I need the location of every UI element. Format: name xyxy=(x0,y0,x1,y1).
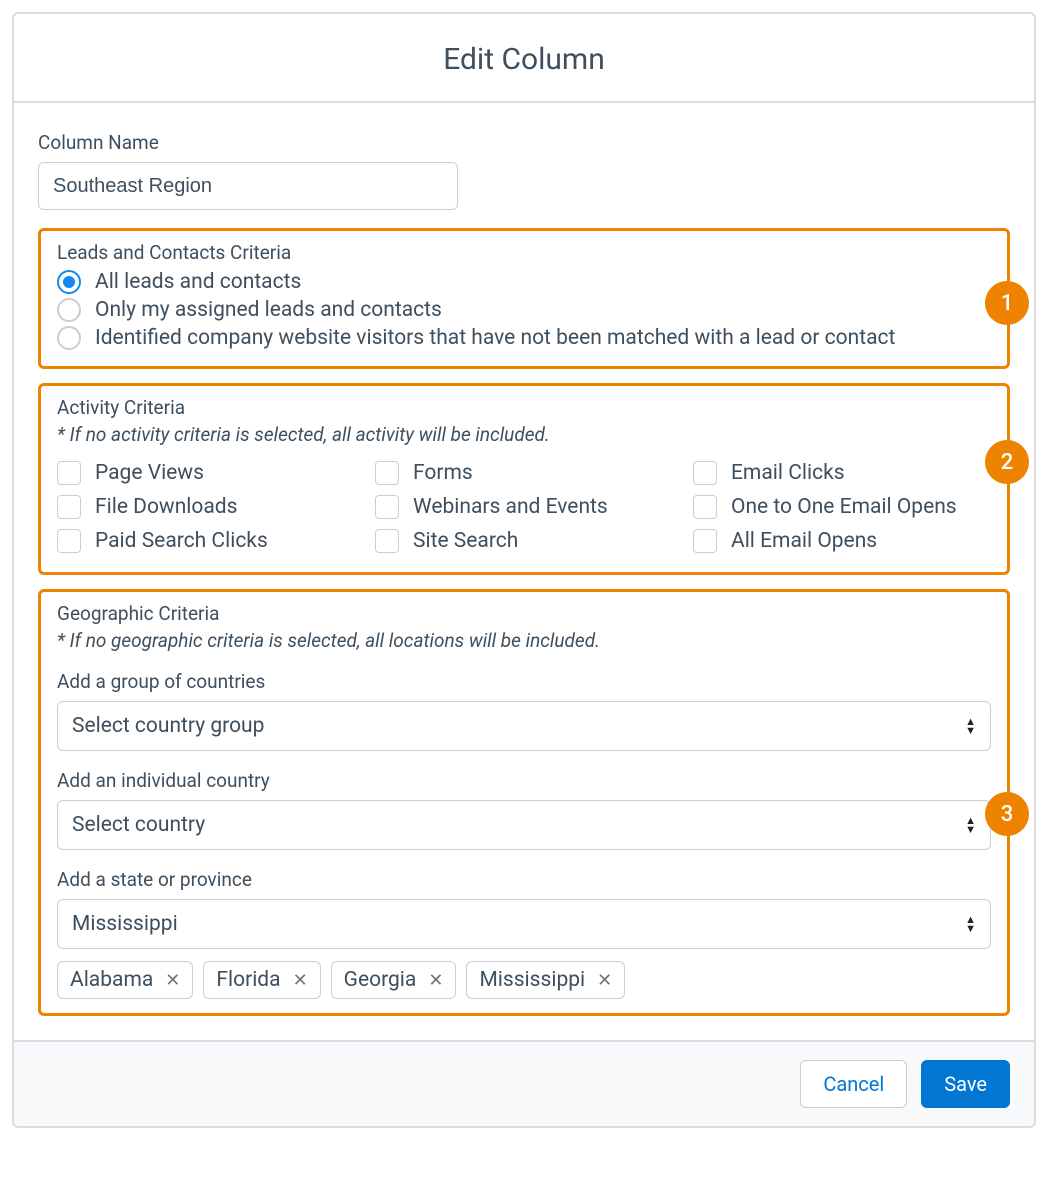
callout-badge-1: 1 xyxy=(985,281,1029,325)
chip-label: Florida xyxy=(216,968,280,992)
chip[interactable]: Mississippi ✕ xyxy=(466,961,625,999)
leads-option-label: Identified company website visitors that… xyxy=(95,326,895,350)
leads-option-assigned[interactable]: Only my assigned leads and contacts xyxy=(57,296,991,324)
activity-item[interactable]: Forms xyxy=(375,456,673,490)
chevron-updown-icon: ▲▼ xyxy=(965,915,976,933)
select-value: Select country group xyxy=(72,714,264,738)
country-group-select[interactable]: Select country group ▲▼ xyxy=(57,701,991,751)
activity-section: Activity Criteria * If no activity crite… xyxy=(38,383,1010,575)
chip[interactable]: Alabama ✕ xyxy=(57,961,193,999)
checkbox-icon xyxy=(375,495,399,519)
state-select[interactable]: Mississippi ▲▼ xyxy=(57,899,991,949)
activity-grid: Page Views Forms Email Clicks File Downl… xyxy=(57,456,991,558)
callout-badge-2: 2 xyxy=(985,440,1029,484)
close-icon[interactable]: ✕ xyxy=(293,970,308,991)
activity-item[interactable]: File Downloads xyxy=(57,490,355,524)
country-select[interactable]: Select country ▲▼ xyxy=(57,800,991,850)
dialog-title: Edit Column xyxy=(14,14,1034,103)
checkbox-icon xyxy=(375,529,399,553)
geo-section: Geographic Criteria * If no geographic c… xyxy=(38,589,1010,1016)
activity-item-label: All Email Opens xyxy=(731,529,877,553)
activity-title: Activity Criteria xyxy=(57,396,991,419)
activity-item[interactable]: Email Clicks xyxy=(693,456,991,490)
activity-item[interactable]: All Email Opens xyxy=(693,524,991,558)
save-button[interactable]: Save xyxy=(921,1060,1010,1108)
checkbox-icon xyxy=(57,495,81,519)
column-name-label: Column Name xyxy=(38,131,1010,154)
checkbox-icon xyxy=(693,529,717,553)
cancel-button[interactable]: Cancel xyxy=(800,1060,907,1108)
activity-item[interactable]: Paid Search Clicks xyxy=(57,524,355,558)
activity-item[interactable]: Page Views xyxy=(57,456,355,490)
checkbox-icon xyxy=(693,495,717,519)
state-chips: Alabama ✕ Florida ✕ Georgia ✕ Mississippi ✕ xyxy=(57,961,991,999)
chip[interactable]: Florida ✕ xyxy=(203,961,320,999)
close-icon[interactable]: ✕ xyxy=(597,970,612,991)
edit-column-dialog: Edit Column Column Name Leads and Contac… xyxy=(12,12,1036,1128)
activity-item-label: File Downloads xyxy=(95,495,238,519)
checkbox-icon xyxy=(57,529,81,553)
activity-item-label: Forms xyxy=(413,461,473,485)
column-name-input[interactable] xyxy=(38,162,458,210)
select-value: Mississippi xyxy=(72,912,178,936)
leads-option-identified[interactable]: Identified company website visitors that… xyxy=(57,324,991,352)
activity-item[interactable]: Webinars and Events xyxy=(375,490,673,524)
chip-label: Georgia xyxy=(344,968,417,992)
callout-badge-3: 3 xyxy=(985,792,1029,836)
chevron-updown-icon: ▲▼ xyxy=(965,816,976,834)
select-value: Select country xyxy=(72,813,205,837)
checkbox-icon xyxy=(57,461,81,485)
chip-label: Alabama xyxy=(70,968,153,992)
radio-icon xyxy=(57,326,81,350)
geo-note: * If no geographic criteria is selected,… xyxy=(57,629,991,652)
radio-icon xyxy=(57,298,81,322)
activity-item[interactable]: Site Search xyxy=(375,524,673,558)
leads-options: All leads and contacts Only my assigned … xyxy=(57,268,991,352)
radio-icon xyxy=(57,270,81,294)
leads-option-label: All leads and contacts xyxy=(95,270,301,294)
checkbox-icon xyxy=(375,461,399,485)
dialog-body: Column Name Leads and Contacts Criteria … xyxy=(14,103,1034,1040)
leads-section: Leads and Contacts Criteria All leads an… xyxy=(38,228,1010,369)
country-group-label: Add a group of countries xyxy=(57,670,991,693)
activity-item-label: Paid Search Clicks xyxy=(95,529,268,553)
activity-note: * If no activity criteria is selected, a… xyxy=(57,423,991,446)
activity-item-label: Site Search xyxy=(413,529,518,553)
chip-label: Mississippi xyxy=(479,968,585,992)
activity-item-label: Webinars and Events xyxy=(413,495,608,519)
chevron-updown-icon: ▲▼ xyxy=(965,717,976,735)
activity-item-label: One to One Email Opens xyxy=(731,495,957,519)
chip[interactable]: Georgia ✕ xyxy=(331,961,457,999)
close-icon[interactable]: ✕ xyxy=(165,970,180,991)
leads-title: Leads and Contacts Criteria xyxy=(57,241,991,264)
activity-item-label: Page Views xyxy=(95,461,204,485)
leads-option-all[interactable]: All leads and contacts xyxy=(57,268,991,296)
leads-option-label: Only my assigned leads and contacts xyxy=(95,298,442,322)
activity-item[interactable]: One to One Email Opens xyxy=(693,490,991,524)
activity-item-label: Email Clicks xyxy=(731,461,845,485)
country-label: Add an individual country xyxy=(57,769,991,792)
state-label: Add a state or province xyxy=(57,868,991,891)
close-icon[interactable]: ✕ xyxy=(428,970,443,991)
column-name-group: Column Name xyxy=(38,131,1010,210)
checkbox-icon xyxy=(693,461,717,485)
dialog-footer: Cancel Save xyxy=(14,1040,1034,1126)
geo-title: Geographic Criteria xyxy=(57,602,991,625)
